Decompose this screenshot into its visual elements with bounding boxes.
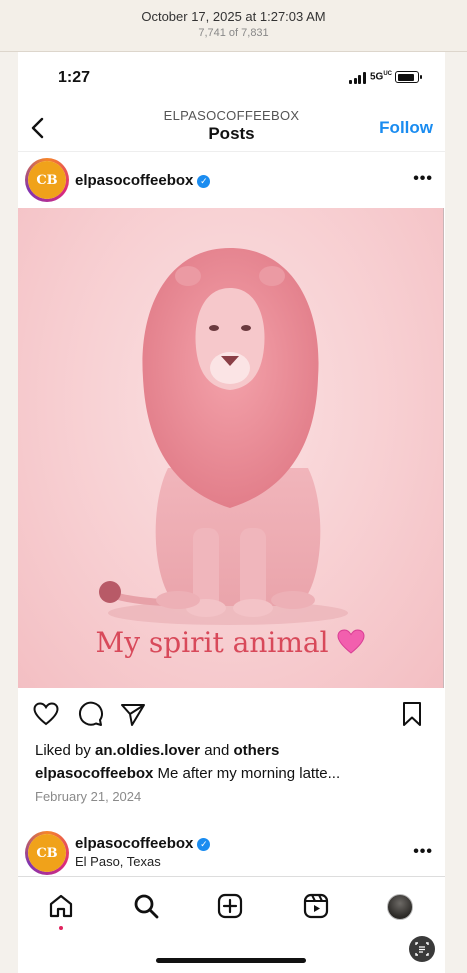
next-coffeebox-logo: CB: [28, 834, 66, 872]
next-post-avatar[interactable]: CB: [25, 831, 69, 875]
post-caption[interactable]: elpasocoffeebox Me after my morning latt…: [35, 765, 340, 782]
likes-mid: and: [200, 742, 234, 759]
post-header: CB elpasocoffeebox ✓ •••: [18, 156, 445, 204]
pink-lion-illustration: [99, 248, 348, 625]
reels-icon: [303, 893, 329, 919]
photo-date: October 17, 2025 at 1:27:03 AM: [141, 9, 326, 24]
post-username-label: elpasocoffeebox: [75, 172, 194, 189]
save-button[interactable]: [398, 700, 426, 728]
nav-bar: ELPASOCOFFEEBOX Posts Follow: [18, 104, 445, 152]
comment-button[interactable]: [76, 700, 104, 728]
live-text-icon: [415, 942, 429, 956]
comment-icon: [79, 701, 103, 726]
more-options-button[interactable]: •••: [413, 170, 433, 188]
share-icon: [121, 704, 145, 726]
like-button[interactable]: [32, 700, 60, 728]
image-caption-text: My spirit animal: [95, 626, 329, 659]
tab-reels[interactable]: [302, 892, 330, 920]
post-date: February 21, 2024: [35, 789, 142, 804]
likes-prefix: Liked by: [35, 742, 96, 759]
tab-search[interactable]: [132, 892, 160, 920]
share-button[interactable]: [119, 700, 147, 728]
next-post-header: CB elpasocoffeebox ✓ El Paso, Texas •••: [18, 829, 445, 877]
likes-line: Liked by an.oldies.lover and others: [35, 742, 279, 759]
battery-icon: [395, 71, 422, 83]
photos-viewer-header: October 17, 2025 at 1:27:03 AM 7,741 of …: [0, 0, 467, 52]
post-username[interactable]: elpasocoffeebox ✓: [75, 172, 211, 189]
status-time: 1:27: [58, 69, 91, 86]
network-label: 5G: [370, 71, 384, 83]
signal-icon: [349, 72, 367, 84]
next-post-username-label: elpasocoffeebox: [75, 835, 194, 852]
home-icon: [49, 894, 73, 918]
home-indicator: [156, 958, 306, 963]
next-verified-badge-icon: ✓: [197, 838, 211, 851]
next-post-username[interactable]: elpasocoffeebox ✓: [75, 835, 211, 852]
bottom-tab-bar: [18, 884, 445, 930]
network-sub-label: UC: [383, 71, 393, 77]
status-bar: 1:27 5GUC: [18, 52, 445, 102]
verified-badge-icon: ✓: [197, 175, 211, 188]
tab-profile-avatar[interactable]: [387, 894, 413, 920]
follow-button[interactable]: Follow: [379, 118, 433, 138]
battery-fill: [397, 73, 414, 81]
create-icon: [217, 893, 243, 919]
network-indicator: 5GUC: [370, 71, 392, 82]
live-text-button[interactable]: [409, 936, 435, 962]
caption-text: Me after my morning latte...: [153, 765, 341, 782]
pink-heart-icon: [337, 629, 365, 654]
heart-icon: [33, 702, 59, 726]
photo-count: 7,741 of 7,831: [198, 27, 269, 39]
tab-home[interactable]: [47, 892, 75, 920]
liked-by-user[interactable]: an.oldies.lover: [95, 742, 200, 759]
search-icon: [134, 894, 159, 919]
image-caption: My spirit animal: [18, 626, 443, 659]
next-more-options-button[interactable]: •••: [413, 843, 433, 861]
avatar[interactable]: CB: [25, 158, 69, 202]
post-location[interactable]: El Paso, Texas: [75, 854, 161, 869]
phone-screenshot: 1:27 5GUC ELPASOCOFFEEBOX Posts Follow C…: [18, 52, 445, 973]
post-image[interactable]: My spirit animal: [18, 208, 444, 688]
liked-others-link[interactable]: others: [233, 742, 279, 759]
bookmark-icon: [403, 702, 421, 726]
tab-create[interactable]: [216, 892, 244, 920]
caption-username[interactable]: elpasocoffeebox: [35, 765, 153, 782]
notification-dot: [59, 926, 63, 930]
post-actions: [18, 700, 445, 730]
coffeebox-logo: CB: [28, 161, 66, 199]
